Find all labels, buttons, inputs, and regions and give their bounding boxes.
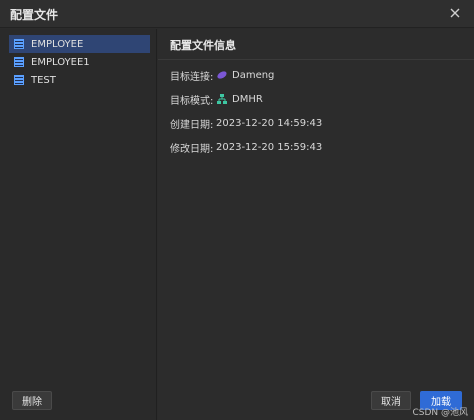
schema-tree-icon	[216, 93, 228, 105]
database-oval-icon	[216, 69, 228, 81]
details-title: 配置文件信息	[170, 39, 236, 52]
details-divider	[158, 59, 474, 60]
detail-value: Dameng	[232, 69, 275, 81]
detail-label: 目标连接:	[170, 71, 214, 83]
dialog-title: 配置文件	[10, 8, 59, 22]
detail-value: DMHR	[232, 93, 263, 105]
detail-value: 2023-12-20 14:59:43	[216, 117, 323, 129]
table-icon	[13, 56, 25, 68]
close-button[interactable]	[446, 4, 464, 22]
detail-label: 修改日期:	[170, 143, 214, 155]
profile-item-label: EMPLOYEE	[31, 38, 84, 50]
detail-value: 2023-12-20 15:59:43	[216, 141, 323, 153]
profile-details-panel: 配置文件信息 目标连接: Dameng 目标模式: DMHR 创建日期: 202…	[158, 29, 474, 420]
title-bar: 配置文件	[0, 0, 474, 28]
table-icon	[13, 38, 25, 50]
detail-label: 创建日期:	[170, 119, 214, 131]
detail-row-target-connection: 目标连接: Dameng	[170, 67, 274, 83]
close-icon	[450, 8, 460, 18]
cancel-button[interactable]: 取消	[371, 391, 411, 410]
delete-button-label: 删除	[22, 397, 42, 408]
detail-label: 目标模式:	[170, 95, 214, 107]
delete-button[interactable]: 删除	[12, 391, 52, 410]
profile-item-label: TEST	[31, 74, 56, 86]
table-icon	[13, 74, 25, 86]
detail-row-target-schema: 目标模式: DMHR	[170, 91, 263, 107]
profile-list: EMPLOYEE EMPLOYEE1 TEST 删除	[0, 29, 157, 420]
profile-item-test[interactable]: TEST	[9, 71, 150, 89]
profile-item-label: EMPLOYEE1	[31, 56, 90, 68]
profile-item-employee1[interactable]: EMPLOYEE1	[9, 53, 150, 71]
watermark-text: CSDN @池风	[412, 408, 468, 418]
profile-item-employee[interactable]: EMPLOYEE	[9, 35, 150, 53]
cancel-button-label: 取消	[381, 397, 401, 408]
detail-row-modified: 修改日期: 2023-12-20 15:59:43	[170, 139, 322, 155]
detail-row-created: 创建日期: 2023-12-20 14:59:43	[170, 115, 322, 131]
